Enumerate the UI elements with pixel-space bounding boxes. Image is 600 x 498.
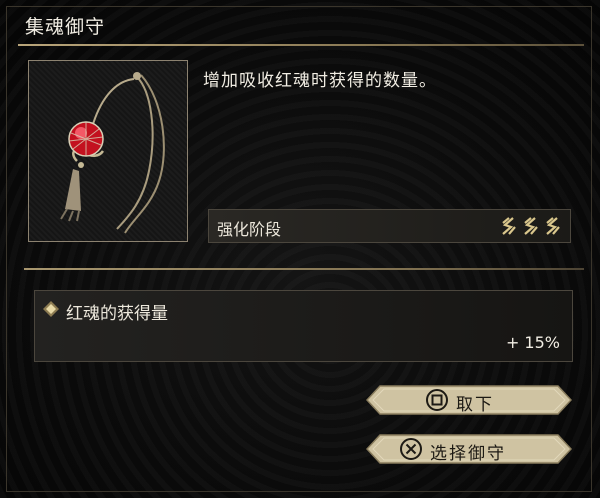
amulet-description: 增加吸收红魂时获得的数量。 bbox=[203, 71, 437, 91]
upgrade-stage-row: 强化阶段 bbox=[208, 209, 571, 243]
remove-button-label: 取下 bbox=[456, 395, 494, 415]
amulet-image bbox=[28, 60, 188, 242]
upgrade-level-indicator bbox=[500, 215, 562, 237]
upgrade-pip-icon bbox=[500, 215, 518, 237]
amulet-icon bbox=[60, 72, 165, 234]
diamond-bullet-icon bbox=[43, 301, 59, 321]
panel-title: 集魂御守 bbox=[25, 16, 106, 38]
title-divider bbox=[18, 44, 584, 46]
upgrade-pip-icon bbox=[522, 215, 540, 237]
square-button-icon bbox=[426, 389, 448, 415]
upgrade-pip-icon bbox=[544, 215, 562, 237]
remove-button[interactable]: 取下 bbox=[366, 385, 572, 415]
section-divider bbox=[24, 268, 584, 270]
stat-row: 红魂的获得量 + 15% bbox=[34, 290, 573, 362]
upgrade-stage-label: 强化阶段 bbox=[217, 220, 282, 239]
stat-value: + 15% bbox=[505, 333, 560, 352]
stat-label: 红魂的获得量 bbox=[66, 304, 168, 324]
select-amulet-button[interactable]: 选择御守 bbox=[366, 434, 572, 464]
cross-button-icon bbox=[400, 438, 422, 464]
select-amulet-button-label: 选择御守 bbox=[430, 444, 506, 464]
